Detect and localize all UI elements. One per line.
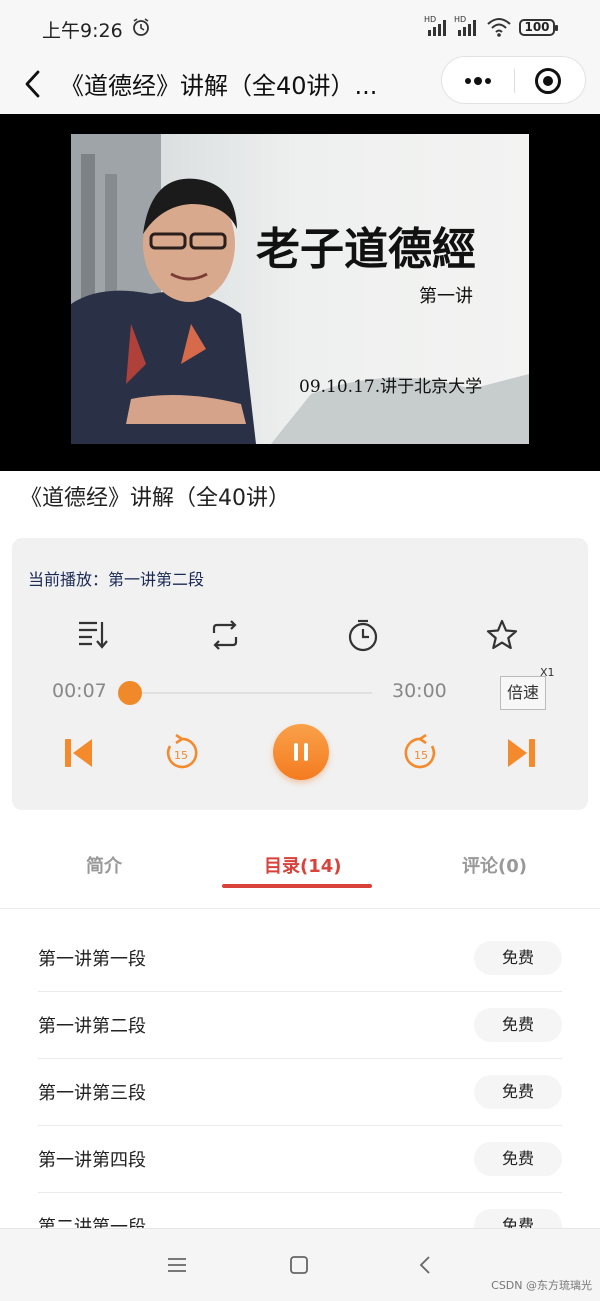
network-label: HD <box>424 15 436 24</box>
miniprogram-capsule <box>441 56 586 104</box>
next-track-icon[interactable] <box>506 735 538 771</box>
watermark: CSDN @东方琉璃光 <box>491 1279 592 1292</box>
alarm-clock-icon <box>133 18 149 36</box>
battery-indicator: 100 <box>519 19 558 36</box>
course-title: 《道德经》讲解（全40讲） <box>20 486 290 511</box>
video-frame: 老子道德經 第一讲 09.10.17.讲于北京大学 <box>71 134 529 444</box>
free-badge: 免费 <box>474 1142 562 1176</box>
tab-catalog[interactable]: 目录(14) <box>264 852 342 878</box>
episode-row[interactable]: 第一讲第四段 免费 <box>38 1125 562 1193</box>
network-label: HD <box>454 15 466 24</box>
forward-seconds: 15 <box>414 749 428 762</box>
tab-introduction[interactable]: 简介 <box>86 852 122 878</box>
title-bar: 《道德经》讲解（全40讲）... <box>0 54 600 114</box>
status-time: 上午9:26 <box>42 20 123 42</box>
repeat-icon[interactable] <box>208 618 242 652</box>
playlist-order-icon[interactable] <box>76 618 110 652</box>
close-miniprogram-icon[interactable] <box>534 67 562 95</box>
episode-title: 第一讲第三段 <box>38 1083 146 1104</box>
progress-handle[interactable] <box>118 681 142 705</box>
previous-track-icon[interactable] <box>62 735 94 771</box>
signal-strength-icon: HD <box>454 15 476 36</box>
system-navigation-bar: CSDN @东方琉璃光 <box>0 1228 600 1301</box>
playback-speed-value: X1 <box>540 666 555 679</box>
rewind-15-icon[interactable]: 15 <box>162 734 200 772</box>
sleep-timer-icon[interactable] <box>346 618 380 652</box>
capsule-divider <box>514 69 515 93</box>
episode-row[interactable]: 第一讲第三段 免费 <box>38 1058 562 1126</box>
video-player[interactable]: 老子道德經 第一讲 09.10.17.讲于北京大学 <box>0 114 600 471</box>
current-time: 00:07 <box>52 680 107 702</box>
pause-button[interactable] <box>273 724 329 780</box>
playback-speed-button[interactable]: 倍速 <box>500 676 546 710</box>
home-square-icon[interactable] <box>288 1254 310 1276</box>
free-badge: 免费 <box>474 941 562 975</box>
free-badge: 免费 <box>474 1008 562 1042</box>
pause-icon <box>294 743 308 761</box>
forward-15-icon[interactable]: 15 <box>402 734 440 772</box>
episode-title: 第一讲第一段 <box>38 949 146 970</box>
menu-icon[interactable] <box>166 1254 188 1276</box>
video-title-calligraphy: 老子道德經 <box>256 224 476 275</box>
total-time: 30:00 <box>392 680 447 702</box>
active-tab-indicator <box>222 884 372 888</box>
now-playing-label: 当前播放：第一讲第二段 <box>28 570 205 589</box>
free-badge: 免费 <box>474 1075 562 1109</box>
content-tabs: 简介 目录(14) 评论(0) <box>0 828 600 909</box>
video-caption: 09.10.17.讲于北京大学 <box>299 377 482 397</box>
tab-comments[interactable]: 评论(0) <box>462 852 527 878</box>
wifi-icon <box>487 18 511 37</box>
favorite-star-icon[interactable] <box>485 618 519 652</box>
episode-row[interactable]: 第一讲第二段 免费 <box>38 991 562 1059</box>
progress-track[interactable] <box>128 692 372 694</box>
rewind-seconds: 15 <box>174 749 188 762</box>
more-options-icon[interactable] <box>458 71 498 91</box>
signal-strength-icon: HD <box>424 15 446 36</box>
status-bar: 上午9:26 HD HD 100 <box>0 0 600 54</box>
back-arrow-icon[interactable] <box>20 68 46 100</box>
episode-title: 第一讲第二段 <box>38 1016 146 1037</box>
back-triangle-icon[interactable] <box>414 1254 436 1276</box>
episode-row[interactable]: 第一讲第一段 免费 <box>38 924 562 992</box>
page-title: 《道德经》讲解（全40讲）... <box>60 72 378 100</box>
episode-title: 第一讲第四段 <box>38 1150 146 1171</box>
audio-player-card: 当前播放：第一讲第二段 00:07 30:00 倍速 X1 15 15 <box>12 538 588 810</box>
video-lecture-label: 第一讲 <box>419 286 473 307</box>
